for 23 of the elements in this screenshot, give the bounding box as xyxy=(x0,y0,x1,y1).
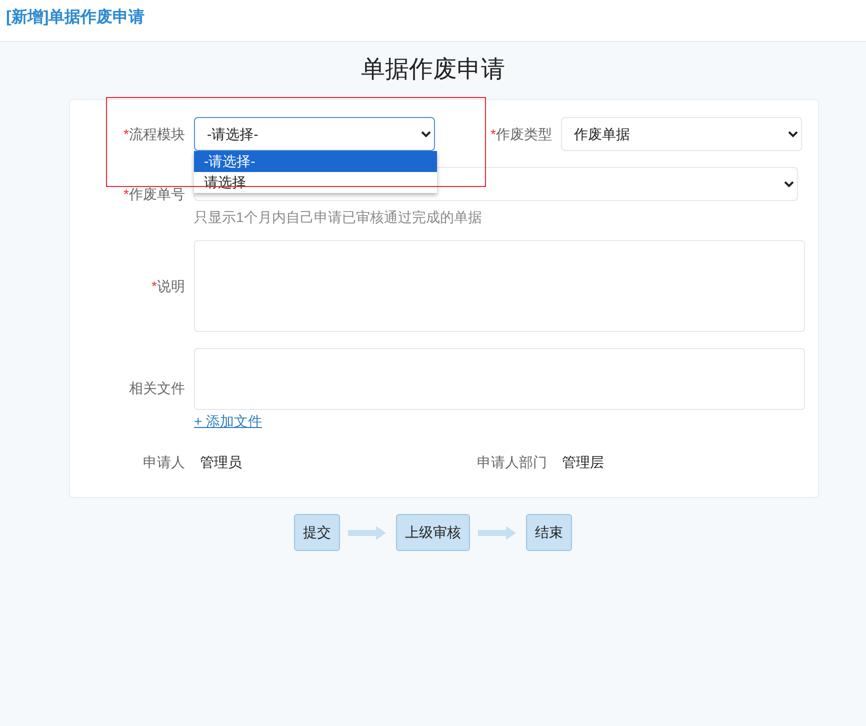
field-label: *流程模块 xyxy=(122,124,185,144)
hint-text: 只显示1个月内自己申请已审核通过完成的单据 xyxy=(194,208,483,227)
field-label: *作废类型 xyxy=(490,124,552,144)
field-label: 申请人部门 xyxy=(476,453,547,472)
file-drop-area[interactable] xyxy=(194,348,805,410)
description-textarea[interactable] xyxy=(194,240,805,332)
module-select[interactable]: -请选择- xyxy=(194,117,435,151)
field-label: 相关文件 xyxy=(128,379,185,398)
field-label: *说明 xyxy=(150,276,185,296)
field-label: *作废单号 xyxy=(122,186,185,202)
arrow-icon xyxy=(348,524,388,540)
dropdown-option[interactable]: -请选择- xyxy=(194,151,437,172)
step-node: 上级审核 xyxy=(396,514,470,551)
field-label: 申请人 xyxy=(142,453,185,472)
page-title: [新增]单据作废申请 xyxy=(6,9,145,26)
form-title: 单据作废申请 xyxy=(360,55,506,85)
arrow-icon xyxy=(478,524,518,540)
step-node: 结束 xyxy=(526,514,572,551)
step-node: 提交 xyxy=(294,514,340,551)
department-name: 管理层 xyxy=(562,453,605,472)
type-select[interactable]: 作废单据 xyxy=(561,117,802,151)
add-file-link[interactable]: + 添加文件 xyxy=(194,413,262,429)
applicant-name: 管理员 xyxy=(200,453,242,472)
